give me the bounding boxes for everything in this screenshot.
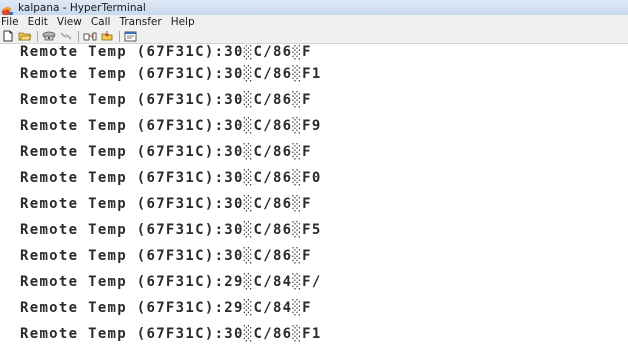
terminal-line: Remote Temp (67F31C):30░C/86░F	[20, 196, 312, 212]
terminal-line: Remote Temp (67F31C):30░C/86░F9	[20, 118, 322, 134]
hyperterminal-app-icon	[1, 2, 14, 16]
terminal-line: Remote Temp (67F31C):30░C/86░F5	[20, 222, 322, 238]
terminal-line: Remote Temp (67F31C):30░C/86░F	[20, 248, 312, 264]
disconnect-icon[interactable]	[59, 30, 73, 43]
toolbar-separator	[78, 30, 79, 42]
open-folder-icon[interactable]	[18, 30, 32, 43]
toolbar-separator	[119, 30, 120, 42]
terminal-line: Remote Temp (67F31C):30░C/86░F	[20, 45, 312, 60]
connect-phone-icon[interactable]	[42, 30, 56, 43]
properties-icon[interactable]	[124, 30, 138, 43]
menu-file[interactable]: File	[1, 16, 19, 28]
terminal-line: Remote Temp (67F31C):30░C/86░F	[20, 92, 312, 108]
menu-edit[interactable]: Edit	[28, 16, 48, 28]
terminal-line: Remote Temp (67F31C):30░C/86░F1	[20, 66, 322, 82]
terminal-screen[interactable]: Remote Temp (67F31C):30░C/86░F Remote Te…	[0, 45, 628, 359]
terminal-line: Remote Temp (67F31C):29░C/84░F/	[20, 274, 322, 290]
menu-view[interactable]: View	[57, 16, 82, 28]
window-title: kalpana - HyperTerminal	[18, 1, 146, 14]
terminal-line: Remote Temp (67F31C):30░C/86░F	[20, 144, 312, 160]
terminal-line: Remote Temp (67F31C):30░C/86░F1	[20, 326, 322, 342]
new-document-icon[interactable]	[1, 30, 15, 43]
send-file-icon[interactable]	[83, 30, 97, 43]
menu-call[interactable]: Call	[91, 16, 111, 28]
hyperterminal-window: kalpana - HyperTerminal File Edit View C…	[0, 0, 628, 359]
terminal-line: Remote Temp (67F31C):29░C/84░F	[20, 300, 312, 316]
menu-bar: File Edit View Call Transfer Help	[0, 15, 628, 29]
receive-file-icon[interactable]	[100, 30, 114, 43]
title-bar[interactable]: kalpana - HyperTerminal	[0, 0, 628, 16]
toolbar-separator	[37, 30, 38, 42]
toolbar	[0, 29, 628, 44]
menu-help[interactable]: Help	[171, 16, 195, 28]
terminal-line: Remote Temp (67F31C):30░C/86░F0	[20, 170, 322, 186]
menu-transfer[interactable]: Transfer	[119, 16, 161, 28]
